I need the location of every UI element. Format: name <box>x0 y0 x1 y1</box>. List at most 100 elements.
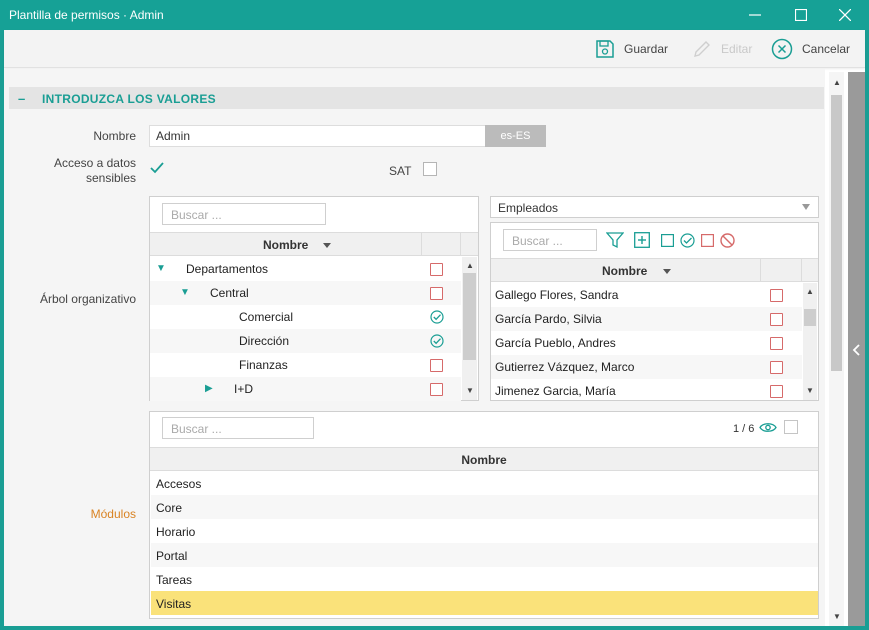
org-tree-search-input[interactable]: Buscar ... <box>162 203 326 225</box>
tree-row[interactable]: ▶ I+D <box>150 377 461 401</box>
column-separator <box>801 259 802 282</box>
employees-column-name[interactable]: Nombre <box>602 264 647 278</box>
tree-row-checkbox[interactable] <box>430 263 443 276</box>
tree-row-label: Comercial <box>239 310 294 324</box>
expand-down-icon[interactable]: ▼ <box>156 263 166 274</box>
modules-select-all-checkbox[interactable] <box>784 420 798 434</box>
employee-checkbox[interactable] <box>770 385 783 398</box>
tree-row[interactable]: Comercial <box>150 305 461 329</box>
employee-checkbox[interactable] <box>770 313 783 326</box>
tree-row[interactable]: ▼ Departamentos <box>150 257 461 281</box>
employee-row[interactable]: Gutierrez Vázquez, Marco <box>491 355 802 379</box>
employee-checkbox[interactable] <box>770 361 783 374</box>
tree-row-checkbox[interactable] <box>430 359 443 372</box>
modules-label: Módulos <box>90 507 136 521</box>
modules-panel: Buscar ... 1 / 6 Nombre Accesos Core Horar… <box>149 411 819 619</box>
employee-checkbox[interactable] <box>770 289 783 302</box>
add-icon[interactable] <box>634 232 650 248</box>
scroll-up-arrow[interactable]: ▲ <box>833 78 841 88</box>
scroll-down-arrow[interactable]: ▼ <box>806 386 814 396</box>
select-none-icon[interactable] <box>661 234 674 247</box>
minimize-button[interactable] <box>732 0 778 30</box>
tree-row-label: Finanzas <box>239 358 288 372</box>
window-title: Plantilla de permisos · Admin <box>9 8 164 22</box>
dropdown-caret-icon <box>802 204 810 210</box>
org-tree-label: Árbol organizativo <box>39 292 136 306</box>
scroll-thumb[interactable] <box>831 95 842 371</box>
expand-right-icon[interactable]: ▶ <box>205 383 213 394</box>
employees-search-input[interactable]: Buscar ... <box>503 229 597 251</box>
employee-row[interactable]: García Pueblo, Andres <box>491 331 802 355</box>
maximize-icon <box>795 9 807 21</box>
save-button[interactable]: Guardar <box>595 30 668 68</box>
tree-row[interactable]: ▼ Central <box>150 281 461 305</box>
org-tree-scrollbar[interactable]: ▲ ▼ <box>462 257 477 400</box>
sensitive-data-label-line2: sensibles <box>85 171 136 185</box>
form-content: – INTRODUZCA LOS VALORES Nombre Admin es… <box>4 69 825 626</box>
section-header[interactable]: – INTRODUZCA LOS VALORES <box>9 87 824 109</box>
sensitive-data-checkbox[interactable] <box>150 161 164 175</box>
module-name: Portal <box>156 549 188 563</box>
dialog-window: Guardar Editar Cancelar – INTRODUZCA LOS… <box>4 30 865 626</box>
check-all-icon[interactable] <box>680 233 695 248</box>
block-icon[interactable] <box>720 233 735 248</box>
form-scrollbar[interactable]: ▲ ▼ <box>829 72 844 626</box>
scroll-thumb[interactable] <box>804 309 816 326</box>
tree-row-checkbox[interactable] <box>430 383 443 396</box>
expand-down-icon[interactable]: ▼ <box>180 287 190 298</box>
modules-header: Nombre <box>150 447 818 471</box>
module-row[interactable]: Visitas <box>151 591 818 615</box>
edit-label: Editar <box>721 42 753 56</box>
module-row[interactable]: Tareas <box>151 567 818 591</box>
modules-column-name[interactable]: Nombre <box>150 453 818 467</box>
org-tree-column-name[interactable]: Nombre <box>263 238 308 252</box>
employees-panel: Buscar ... Nombre Gallego Flores, Sandra… <box>490 222 819 401</box>
checked-circle-icon[interactable] <box>430 334 444 348</box>
close-button[interactable] <box>822 0 868 30</box>
employee-row[interactable]: Jimenez Garcia, María <box>491 379 802 403</box>
module-row[interactable]: Horario <box>151 519 818 543</box>
modules-pager: 1 / 6 <box>733 423 755 435</box>
edit-button[interactable]: Editar <box>692 30 752 68</box>
employee-row[interactable]: Gallego Flores, Sandra <box>491 283 802 307</box>
employee-checkbox[interactable] <box>770 337 783 350</box>
sort-down-icon[interactable] <box>323 243 331 248</box>
pencil-icon <box>694 41 710 57</box>
module-row[interactable]: Portal <box>151 543 818 567</box>
tree-row-label: Dirección <box>239 334 290 348</box>
module-row[interactable]: Accesos <box>151 471 818 495</box>
locale-badge[interactable]: es-ES <box>485 125 546 147</box>
chevron-left-icon[interactable] <box>852 344 861 356</box>
uncheck-all-icon[interactable] <box>701 234 714 247</box>
employee-type-select[interactable]: Empleados <box>490 196 819 218</box>
employee-name: García Pueblo, Andres <box>495 336 616 350</box>
module-row[interactable]: Core <box>151 495 818 519</box>
tree-row[interactable]: Dirección <box>150 329 461 353</box>
close-icon <box>839 9 851 21</box>
scroll-down-arrow[interactable]: ▼ <box>466 386 474 396</box>
scroll-up-arrow[interactable]: ▲ <box>806 287 814 297</box>
cancel-label: Cancelar <box>802 42 851 56</box>
checked-circle-icon[interactable] <box>430 310 444 324</box>
eye-icon[interactable] <box>759 421 777 434</box>
name-input[interactable]: Admin <box>149 125 486 147</box>
scroll-down-arrow[interactable]: ▼ <box>833 612 841 622</box>
modules-search-input[interactable]: Buscar ... <box>162 417 314 439</box>
filter-icon[interactable] <box>606 231 624 249</box>
minimize-icon <box>749 14 761 16</box>
module-name: Core <box>156 501 183 515</box>
employee-type-value: Empleados <box>498 201 559 215</box>
employees-scrollbar[interactable]: ▲ ▼ <box>803 283 817 400</box>
sort-down-icon[interactable] <box>663 269 671 274</box>
side-panel-toggle[interactable] <box>848 72 865 626</box>
tree-row-checkbox[interactable] <box>430 287 443 300</box>
sat-checkbox[interactable] <box>423 162 437 176</box>
employee-name: García Pardo, Silvia <box>495 312 602 326</box>
scroll-thumb[interactable] <box>463 273 476 360</box>
employee-row[interactable]: García Pardo, Silvia <box>491 307 802 331</box>
cancel-button[interactable]: Cancelar <box>771 30 850 68</box>
tree-row[interactable]: Finanzas <box>150 353 461 377</box>
section-collapse-toggle[interactable]: – <box>18 91 25 106</box>
scroll-up-arrow[interactable]: ▲ <box>466 261 474 271</box>
maximize-button[interactable] <box>778 0 824 30</box>
